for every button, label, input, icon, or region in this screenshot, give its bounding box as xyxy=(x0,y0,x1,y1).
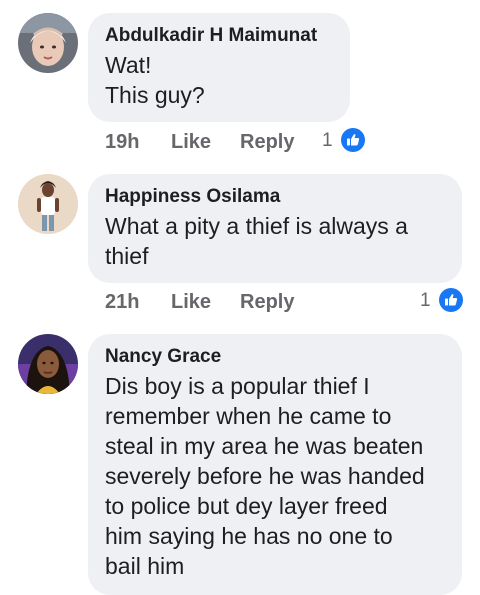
comment-bubble: Happiness Osilama What a pity a thief is… xyxy=(88,174,462,283)
reaction-summary[interactable]: 1 xyxy=(322,128,366,154)
comment-text: Dis boy is a popular thief I remember wh… xyxy=(105,373,425,579)
comment-author[interactable]: Nancy Grace xyxy=(105,345,445,369)
reply-button[interactable]: Reply xyxy=(240,289,294,315)
reply-button[interactable]: Reply xyxy=(240,129,294,155)
comment-timestamp[interactable]: 19h xyxy=(105,129,139,155)
comment-timestamp[interactable]: 21h xyxy=(105,289,139,315)
like-button[interactable]: Like xyxy=(171,289,211,315)
reaction-summary[interactable]: 1 xyxy=(420,288,464,314)
avatar[interactable] xyxy=(18,13,78,73)
comment-text: What a pity a thief is always a thief xyxy=(105,213,408,269)
thumbs-up-icon xyxy=(341,128,365,152)
comment-bubble: Nancy Grace Dis boy is a popular thief I… xyxy=(88,334,462,595)
comment-text: Wat! This guy? xyxy=(105,52,205,108)
comment-author[interactable]: Abdulkadir H Maimunat xyxy=(105,24,333,48)
avatar[interactable] xyxy=(18,334,78,394)
reaction-count: 1 xyxy=(322,130,333,151)
comment-bubble: Abdulkadir H Maimunat Wat! This guy? xyxy=(88,13,350,122)
reaction-count: 1 xyxy=(420,290,431,311)
like-button[interactable]: Like xyxy=(171,129,211,155)
comment-author[interactable]: Happiness Osilama xyxy=(105,185,445,209)
thumbs-up-icon xyxy=(439,288,463,312)
avatar[interactable] xyxy=(18,174,78,234)
